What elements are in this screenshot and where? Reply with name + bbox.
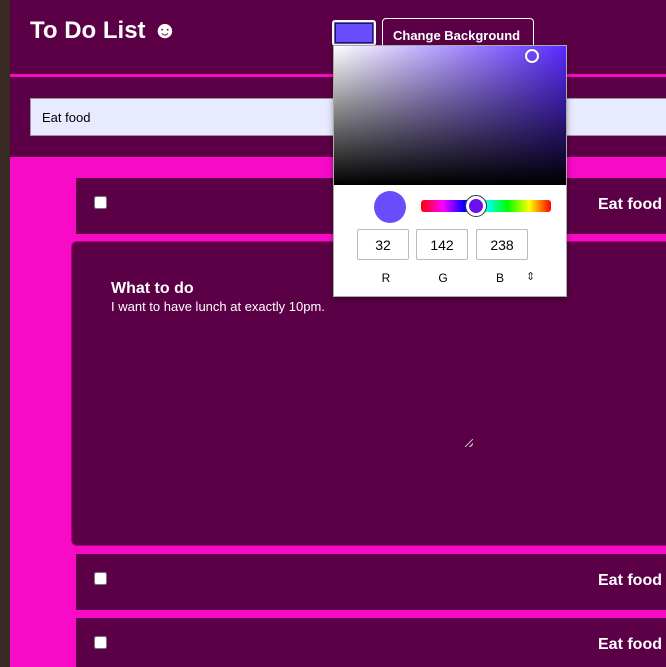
todo-label: Eat food	[598, 196, 662, 213]
detail-heading: What to do	[111, 280, 194, 297]
red-label: R	[381, 271, 391, 285]
todo-checkbox[interactable]	[94, 572, 107, 585]
page-title: To Do List ☻	[30, 17, 178, 44]
blue-field[interactable]	[476, 229, 528, 260]
up-down-arrows-icon[interactable]: ⇕	[526, 270, 535, 283]
color-preview	[374, 191, 406, 223]
todo-item[interactable]: Eat food	[76, 554, 666, 610]
green-field[interactable]	[416, 229, 468, 260]
detail-text[interactable]: I want to have lunch at exactly 10pm.	[111, 299, 325, 314]
color-picker-popup: R G B ⇕	[333, 45, 567, 297]
red-field[interactable]	[357, 229, 409, 260]
hue-slider-handle[interactable]	[465, 195, 487, 217]
saturation-value-area[interactable]	[334, 46, 566, 185]
todo-label: Eat food	[598, 636, 662, 653]
blue-label: B	[495, 271, 504, 285]
todo-label: Eat food	[598, 572, 662, 589]
todo-item[interactable]: Eat food	[76, 618, 666, 667]
hue-slider[interactable]	[421, 195, 551, 217]
todo-checkbox[interactable]	[94, 196, 107, 209]
color-swatch-button[interactable]	[332, 20, 376, 46]
green-label: G	[438, 271, 448, 285]
resize-grip-icon[interactable]	[465, 439, 473, 447]
sv-handle[interactable]	[525, 49, 539, 63]
todo-checkbox[interactable]	[94, 636, 107, 649]
